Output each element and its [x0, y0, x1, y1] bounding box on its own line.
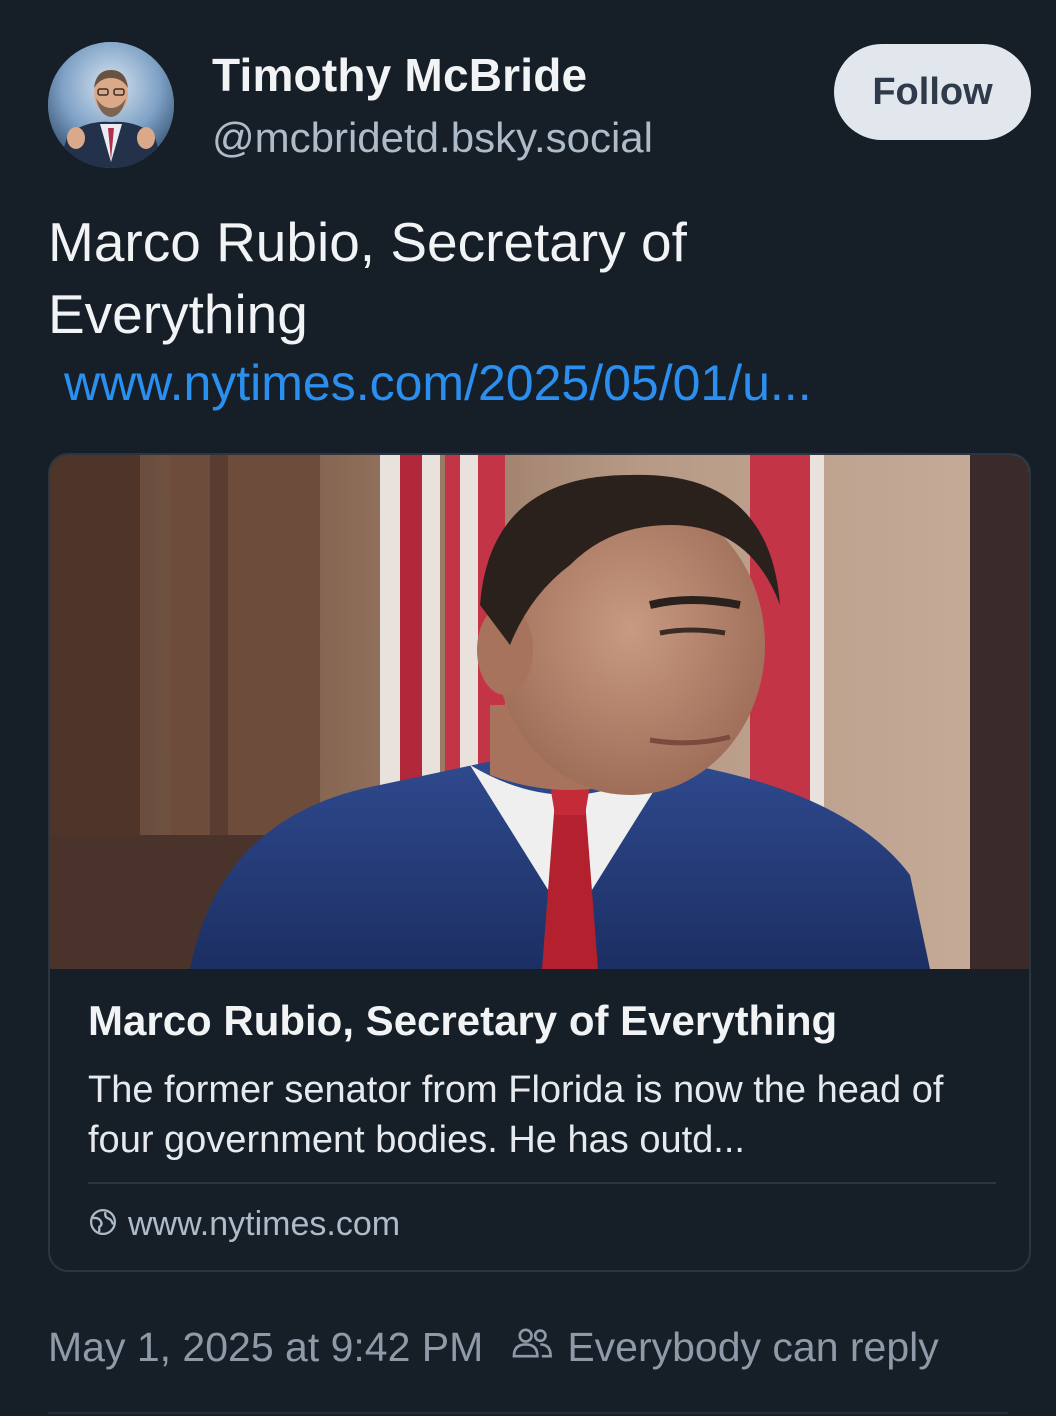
embed-domain-row: www.nytimes.com: [88, 1205, 400, 1244]
post-timestamp[interactable]: May 1, 2025 at 9:42 PM: [48, 1324, 483, 1371]
reply-setting[interactable]: Everybody can reply: [511, 1324, 939, 1371]
author-name[interactable]: Timothy McBride: [212, 48, 587, 102]
author-handle[interactable]: @mcbridetd.bsky.social: [212, 114, 653, 162]
embed-description: The former senator from Florida is now t…: [88, 1069, 944, 1161]
post-thread-item: Timothy McBride @mcbridetd.bsky.social F…: [0, 0, 1056, 1416]
embed-title: Marco Rubio, Secretary of Everything: [88, 997, 838, 1044]
post-footer: May 1, 2025 at 9:42 PM Everybody can rep…: [48, 1324, 939, 1371]
globe-icon: [88, 1207, 118, 1242]
embed-divider: [88, 1182, 996, 1184]
people-icon: [511, 1324, 555, 1371]
follow-button[interactable]: Follow: [834, 44, 1031, 140]
post-link[interactable]: www.nytimes.com/2025/05/01/u...: [64, 348, 1024, 418]
embed-domain: www.nytimes.com: [128, 1205, 401, 1243]
embed-thumbnail-image: [50, 455, 1029, 969]
avatar[interactable]: [48, 42, 174, 168]
divider: [48, 1412, 1008, 1414]
reply-setting-label: Everybody can reply: [567, 1324, 939, 1370]
link-embed-card[interactable]: Marco Rubio, Secretary of Everything The…: [48, 453, 1031, 1272]
post-text: Marco Rubio, Secretary of Everything: [48, 211, 687, 345]
avatar-photo: [48, 42, 174, 168]
